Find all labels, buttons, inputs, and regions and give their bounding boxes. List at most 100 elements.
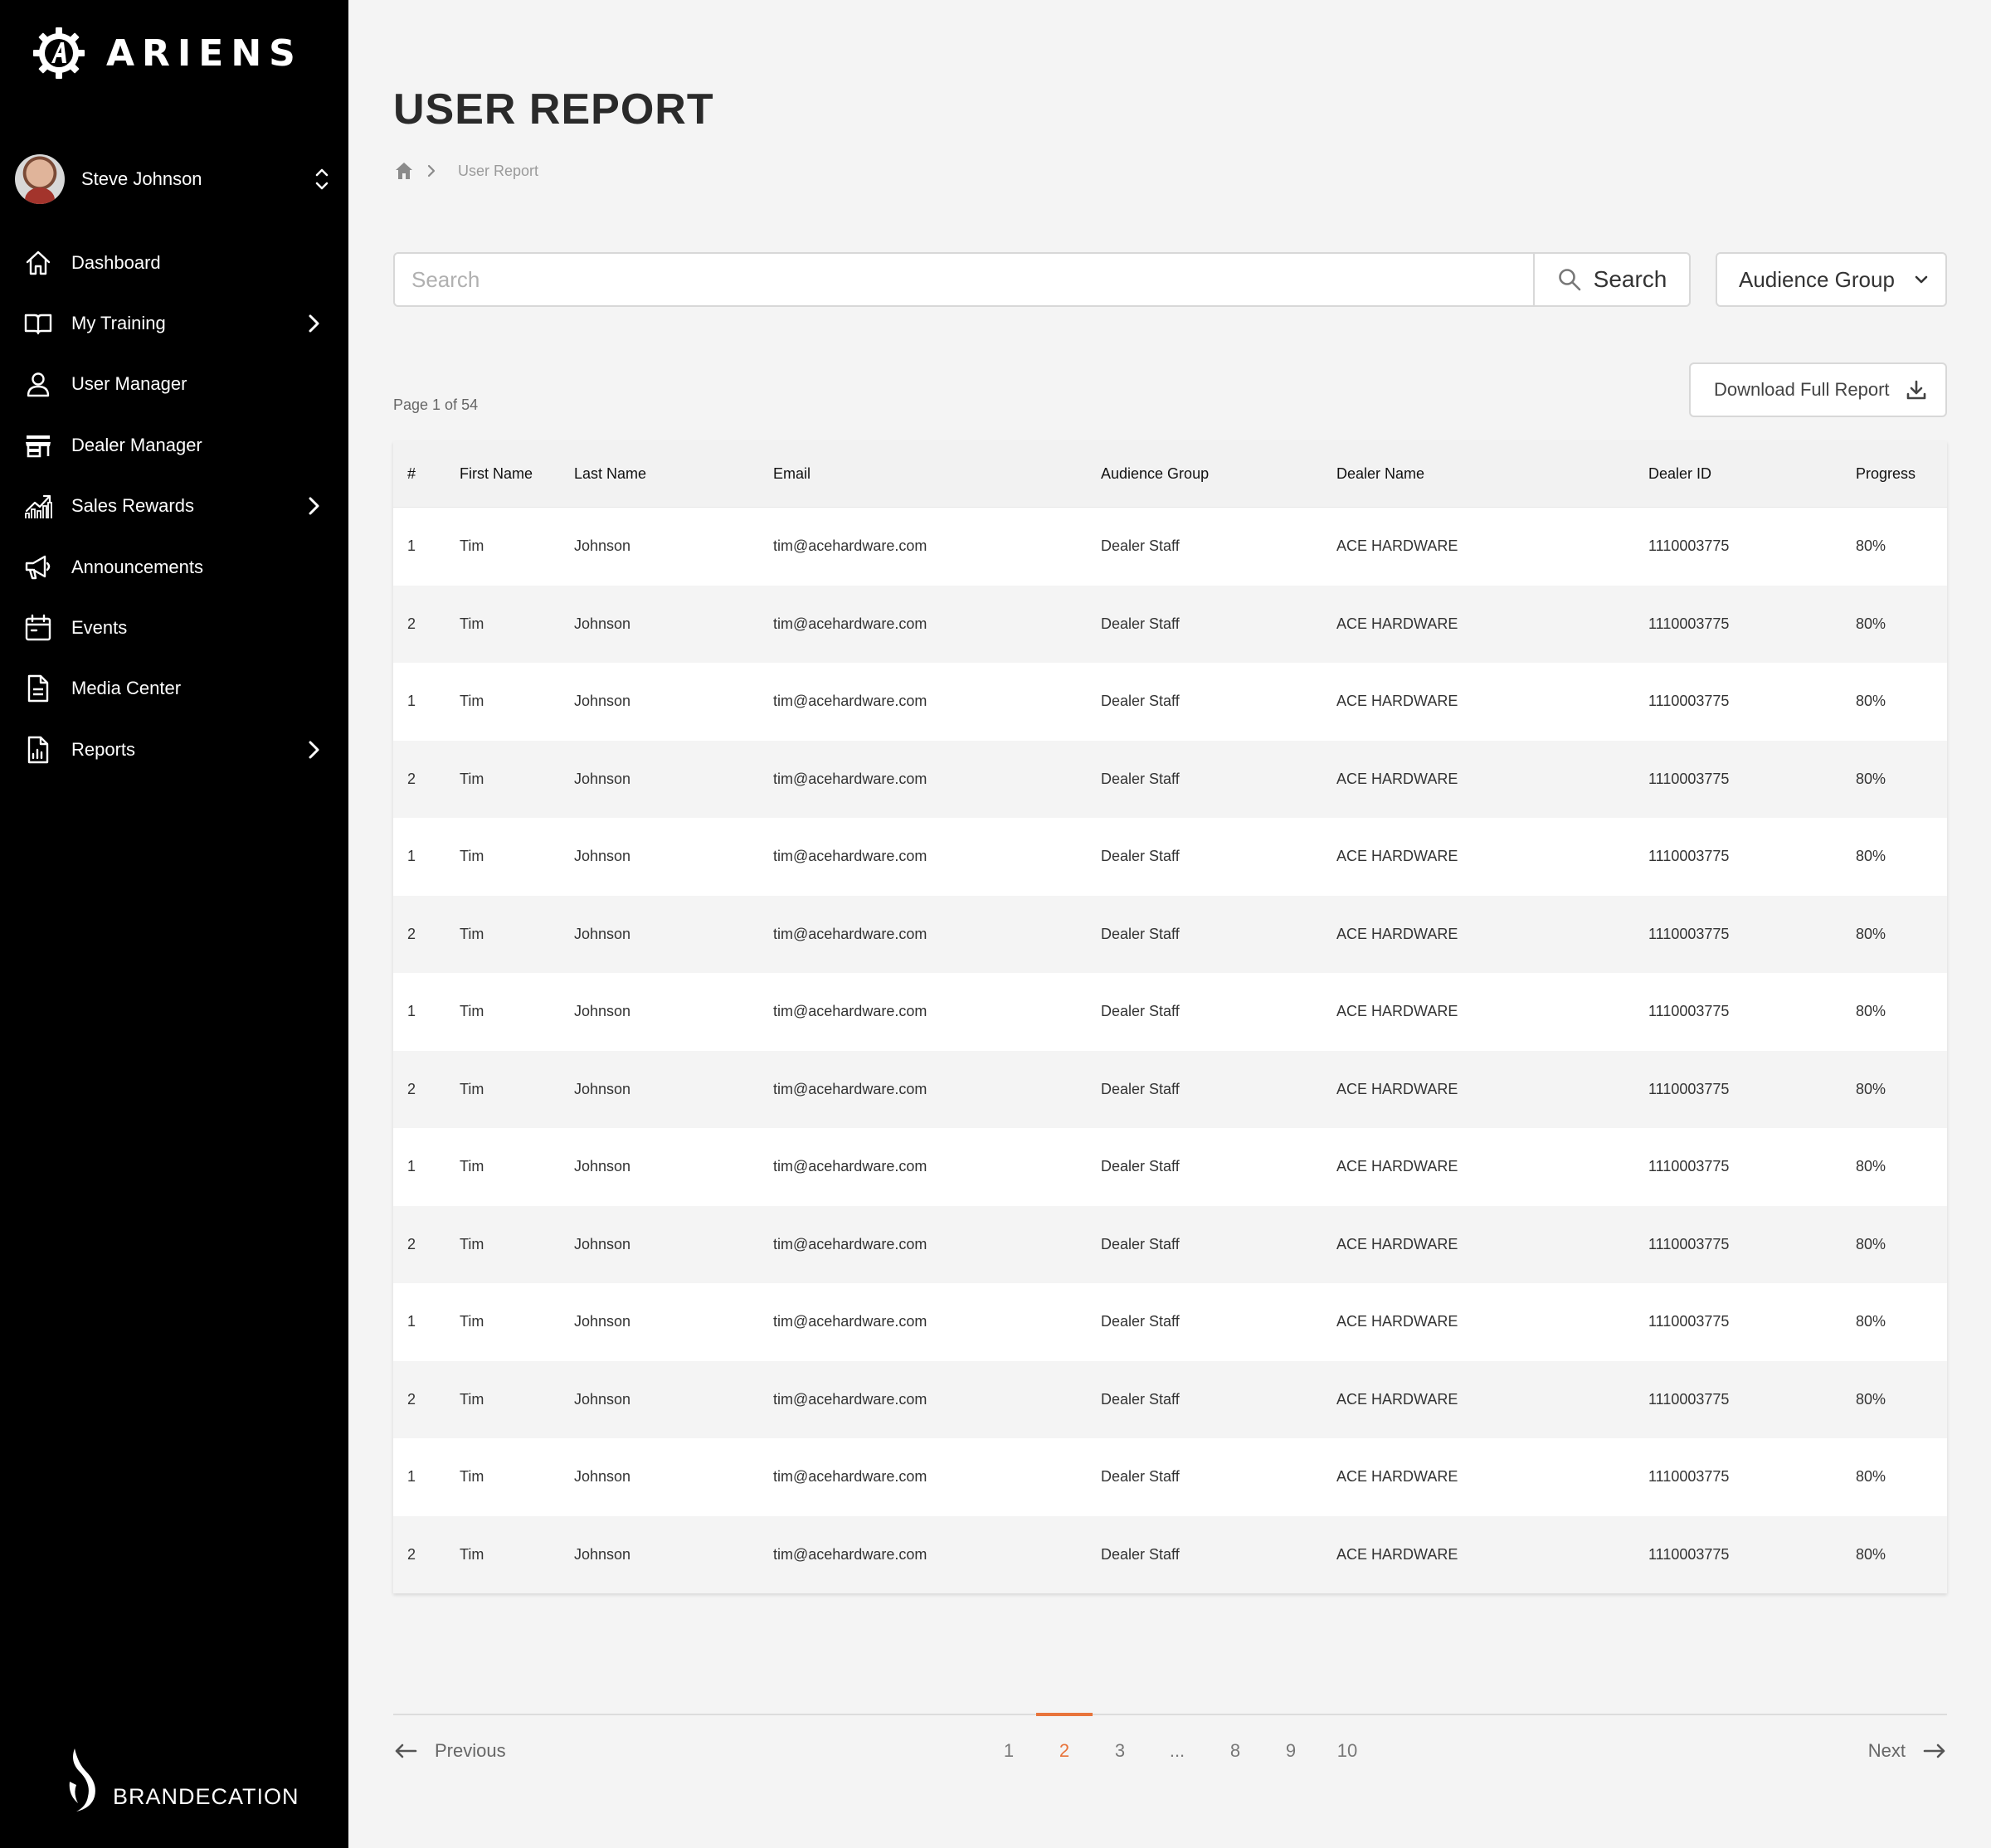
- dealer-name-cell: ACE HARDWARE: [1336, 925, 1458, 942]
- user-name: Steve Johnson: [81, 168, 202, 189]
- row-number-cell: 1: [407, 693, 416, 710]
- search-input[interactable]: [395, 254, 1533, 305]
- column-header[interactable]: Audience Group: [1101, 465, 1336, 483]
- table-row[interactable]: 1 Tim Johnson tim@acehardware.com Dealer Sta…: [393, 508, 1947, 586]
- previous-page-button[interactable]: Previous: [393, 1740, 506, 1762]
- first-name-cell: Tim: [460, 1545, 484, 1563]
- table-row[interactable]: 2 Tim Johnson tim@acehardware.com Dealer Sta…: [393, 1050, 1947, 1128]
- sidebar-item-events[interactable]: Events: [0, 597, 348, 658]
- first-name-cell: Tim: [460, 1003, 484, 1020]
- store-icon: [26, 435, 51, 458]
- audience-group-cell: Dealer Staff: [1101, 1468, 1180, 1486]
- progress-cell: 80%: [1856, 848, 1886, 865]
- ariens-logo[interactable]: ARIENS: [32, 27, 303, 80]
- last-name-cell: Johnson: [574, 1468, 631, 1486]
- sidebar-item-announcements[interactable]: Announcements: [0, 537, 348, 597]
- table-row[interactable]: 1 Tim Johnson tim@acehardware.com Dealer Sta…: [393, 818, 1947, 896]
- search-button[interactable]: Search: [1533, 254, 1689, 305]
- page-number[interactable]: 3: [1095, 1740, 1145, 1762]
- table-row[interactable]: 1 Tim Johnson tim@acehardware.com Dealer Sta…: [393, 973, 1947, 1051]
- column-header[interactable]: Dealer ID: [1648, 465, 1856, 483]
- sidebar-item-sales-rewards[interactable]: Sales Rewards: [0, 476, 348, 537]
- audience-group-cell: Dealer Staff: [1101, 848, 1180, 865]
- breadcrumb: User Report: [393, 159, 538, 182]
- column-header[interactable]: #: [393, 465, 460, 483]
- audience-group-cell: Dealer Staff: [1101, 537, 1180, 555]
- last-name-cell: Johnson: [574, 537, 631, 555]
- last-name-cell: Johnson: [574, 1313, 631, 1330]
- chevron-up-down-icon: [315, 168, 329, 190]
- column-header[interactable]: Progress: [1856, 465, 1947, 483]
- sidebar-item-dashboard[interactable]: Dashboard: [0, 232, 348, 293]
- table-header-row: # First Name Last Name Email Audience Gr…: [393, 441, 1947, 508]
- column-header[interactable]: Last Name: [574, 465, 773, 483]
- dealer-id-cell: 1110003775: [1648, 693, 1730, 710]
- first-name-cell: Tim: [460, 770, 484, 787]
- progress-cell: 80%: [1856, 925, 1886, 942]
- row-number-cell: 2: [407, 1545, 416, 1563]
- first-name-cell: Tim: [460, 1080, 484, 1097]
- progress-cell: 80%: [1856, 1235, 1886, 1252]
- page-number[interactable]: 9: [1266, 1740, 1316, 1762]
- table-row[interactable]: 1 Tim Johnson tim@acehardware.com Dealer Sta…: [393, 663, 1947, 741]
- audience-group-cell: Dealer Staff: [1101, 1235, 1180, 1252]
- last-name-cell: Johnson: [574, 693, 631, 710]
- progress-cell: 80%: [1856, 770, 1886, 787]
- sidebar-item-dealer-manager[interactable]: Dealer Manager: [0, 415, 348, 475]
- audience-group-dropdown[interactable]: Audience Group: [1716, 252, 1947, 307]
- table-row[interactable]: 2 Tim Johnson tim@acehardware.com Dealer Sta…: [393, 585, 1947, 663]
- sidebar-item-user-manager[interactable]: User Manager: [0, 354, 348, 415]
- page-number[interactable]: 2: [1039, 1740, 1089, 1762]
- document-icon: [27, 675, 49, 703]
- dealer-id-cell: 1110003775: [1648, 537, 1730, 555]
- page-number[interactable]: 1: [984, 1740, 1034, 1762]
- brandecation-logo: BRANDECATION: [66, 1747, 299, 1813]
- row-number-cell: 1: [407, 1158, 416, 1175]
- next-page-button[interactable]: Next: [1868, 1740, 1947, 1762]
- page-number[interactable]: 8: [1210, 1740, 1260, 1762]
- sidebar-item-label: Sales Rewards: [71, 495, 194, 517]
- sidebar-item-reports[interactable]: Reports: [0, 719, 348, 780]
- first-name-cell: Tim: [460, 1235, 484, 1252]
- page-number[interactable]: 10: [1322, 1740, 1372, 1762]
- table-row[interactable]: 2 Tim Johnson tim@acehardware.com Dealer Sta…: [393, 740, 1947, 818]
- dealer-name-cell: ACE HARDWARE: [1336, 1080, 1458, 1097]
- audience-group-cell: Dealer Staff: [1101, 1158, 1180, 1175]
- last-name-cell: Johnson: [574, 770, 631, 787]
- column-header[interactable]: First Name: [460, 465, 574, 483]
- sidebar-nav: Dashboard My Training User Manager Deale…: [0, 232, 348, 781]
- search-icon: [1558, 269, 1580, 291]
- sidebar-item-label: My Training: [71, 313, 166, 334]
- column-header[interactable]: Dealer Name: [1336, 465, 1648, 483]
- user-switcher[interactable]: Steve Johnson: [15, 154, 330, 204]
- table-row[interactable]: 1 Tim Johnson tim@acehardware.com Dealer Sta…: [393, 1283, 1947, 1361]
- table-row[interactable]: 2 Tim Johnson tim@acehardware.com Dealer Sta…: [393, 895, 1947, 973]
- download-full-report-button[interactable]: Download Full Report: [1689, 362, 1947, 417]
- last-name-cell: Johnson: [574, 615, 631, 632]
- row-number-cell: 1: [407, 537, 416, 555]
- page-title: USER REPORT: [393, 85, 714, 134]
- dealer-id-cell: 1110003775: [1648, 1080, 1730, 1097]
- home-icon[interactable]: [393, 160, 415, 182]
- brandecation-logo-icon: [69, 1748, 95, 1812]
- table-row[interactable]: 1 Tim Johnson tim@acehardware.com Dealer Sta…: [393, 1128, 1947, 1206]
- last-name-cell: Johnson: [574, 1003, 631, 1020]
- dealer-id-cell: 1110003775: [1648, 770, 1730, 787]
- dealer-name-cell: ACE HARDWARE: [1336, 537, 1458, 555]
- sidebar-item-my-training[interactable]: My Training: [0, 293, 348, 353]
- progress-cell: 80%: [1856, 1313, 1886, 1330]
- table-row[interactable]: 2 Tim Johnson tim@acehardware.com Dealer Sta…: [393, 1515, 1947, 1593]
- book-icon: [24, 314, 52, 335]
- next-label: Next: [1867, 1740, 1906, 1761]
- dealer-id-cell: 1110003775: [1648, 1313, 1730, 1330]
- table-row[interactable]: 2 Tim Johnson tim@acehardware.com Dealer Sta…: [393, 1205, 1947, 1283]
- table-row[interactable]: 2 Tim Johnson tim@acehardware.com Dealer Sta…: [393, 1360, 1947, 1438]
- dealer-name-cell: ACE HARDWARE: [1336, 1468, 1458, 1486]
- dealer-name-cell: ACE HARDWARE: [1336, 1003, 1458, 1020]
- chevron-right-icon: [427, 164, 436, 178]
- logo-text: ARIENS: [106, 32, 303, 75]
- table-row[interactable]: 1 Tim Johnson tim@acehardware.com Dealer Sta…: [393, 1438, 1947, 1516]
- sidebar-item-media-center[interactable]: Media Center: [0, 659, 348, 719]
- first-name-cell: Tim: [460, 537, 484, 555]
- column-header[interactable]: Email: [773, 465, 1101, 483]
